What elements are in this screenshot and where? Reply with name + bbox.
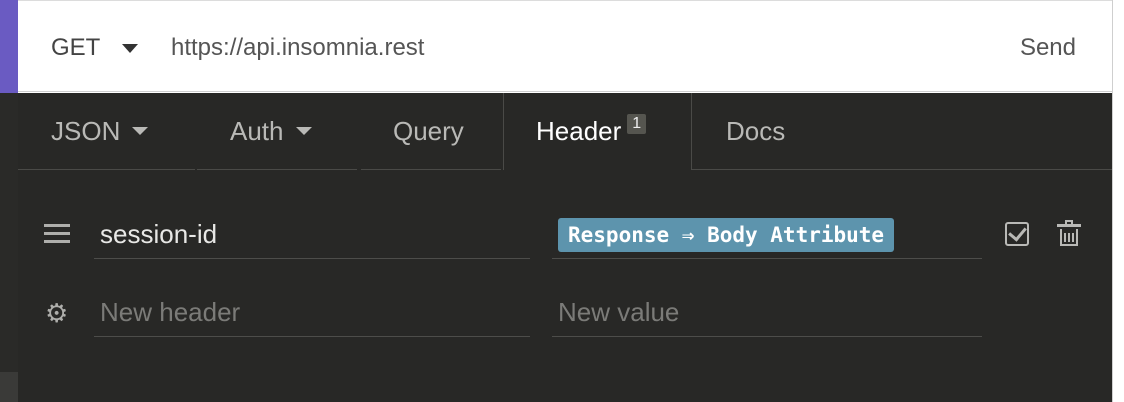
gear-icon: ⚙ (45, 298, 69, 328)
chevron-down-icon (122, 43, 139, 53)
tab-bar: JSON Auth Query Header 1 Docs (18, 93, 1112, 170)
enable-toggle[interactable] (1005, 222, 1029, 246)
tab-json[interactable]: JSON (18, 93, 195, 169)
right-edge (1112, 0, 1124, 402)
method-label: GET (51, 34, 101, 61)
tab-query-label: Query (393, 115, 464, 146)
tab-divider (18, 169, 195, 170)
tab-header-label: Header (536, 116, 622, 146)
header-name-field[interactable]: session-id (94, 211, 530, 259)
tab-header[interactable]: Header 1 (503, 93, 692, 170)
tab-divider (197, 169, 357, 170)
tab-query[interactable]: Query (361, 93, 501, 169)
new-header-row: ⚙ New header New value (18, 283, 1112, 343)
header-count-badge: 1 (627, 113, 647, 134)
header-value-field[interactable]: Response ⇒ Body Attribute (552, 211, 982, 259)
method-dropdown[interactable]: GET (51, 34, 139, 62)
new-value-input[interactable]: New value (552, 289, 982, 337)
url-bar: GET https://api.insomnia.rest Send (18, 0, 1112, 92)
sidebar-strip (0, 0, 18, 402)
tab-json-label: JSON (51, 115, 121, 146)
tab-divider (361, 169, 501, 170)
drag-handle-icon[interactable] (44, 224, 70, 248)
tab-auth[interactable]: Auth (197, 93, 357, 169)
tab-docs-label: Docs (726, 115, 786, 146)
template-tag[interactable]: Response ⇒ Body Attribute (558, 217, 895, 252)
tab-auth-label: Auth (230, 115, 284, 146)
request-panel: JSON Auth Query Header 1 Docs session-id… (18, 93, 1112, 402)
url-input[interactable]: https://api.insomnia.rest (171, 34, 424, 62)
chevron-down-icon (132, 127, 149, 135)
header-row: session-id Response ⇒ Body Attribute (18, 205, 1112, 265)
delete-header-button[interactable] (1057, 220, 1081, 246)
checkbox-checked-icon (1005, 222, 1029, 246)
send-button[interactable]: Send (1020, 34, 1076, 62)
sidebar-mark (0, 372, 18, 402)
tab-docs[interactable]: Docs (692, 93, 822, 169)
sidebar-accent (0, 0, 18, 93)
new-header-input[interactable]: New header (94, 289, 530, 337)
trash-icon (1057, 220, 1081, 246)
chevron-down-icon (295, 127, 312, 135)
tab-divider (692, 169, 1112, 170)
